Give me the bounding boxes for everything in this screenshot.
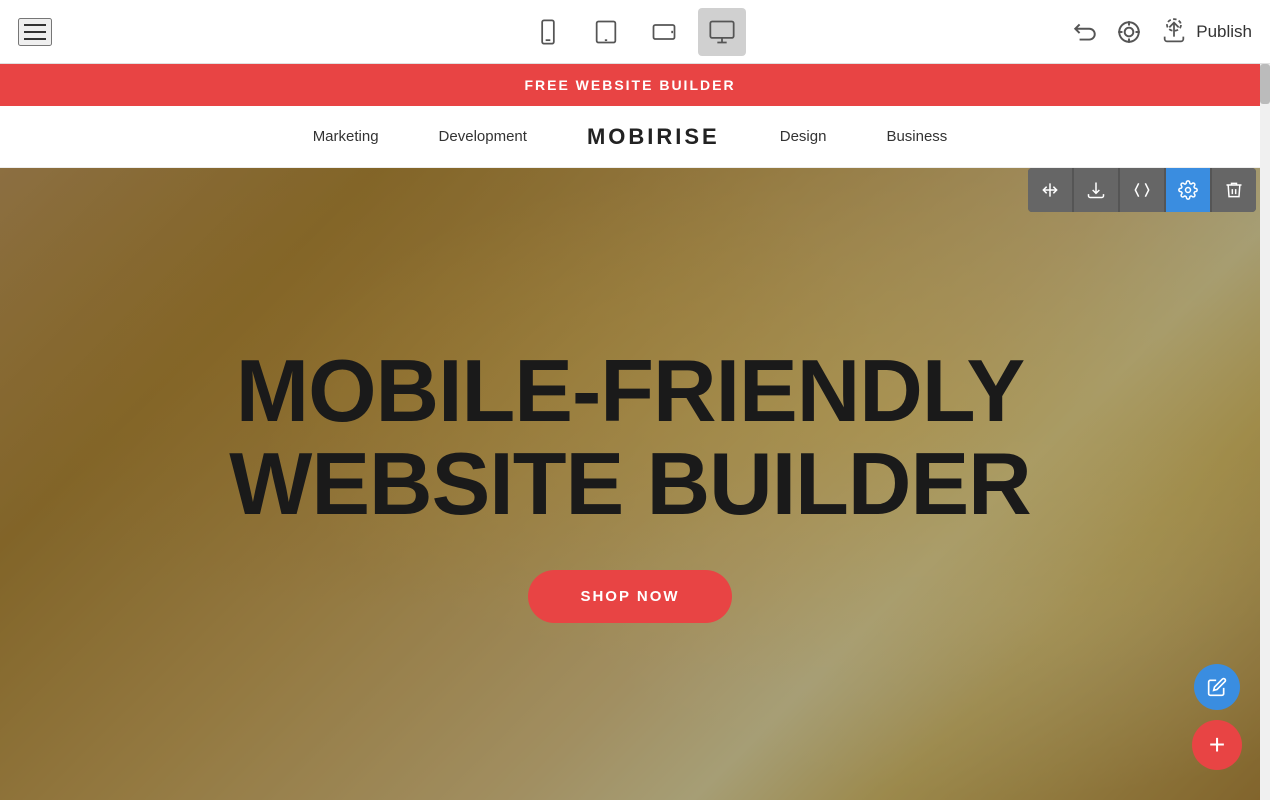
menu-button[interactable] (18, 18, 52, 46)
fab-container: + (1192, 664, 1242, 770)
toolbar-left (18, 18, 52, 46)
nav-link-marketing[interactable]: Marketing (313, 128, 379, 145)
nav-links: Marketing Development MOBIRISE Design Bu… (313, 124, 948, 150)
desktop-view-button[interactable] (698, 8, 746, 56)
site-logo: MOBIRISE (587, 124, 720, 150)
scrollbar[interactable] (1260, 64, 1270, 800)
hero-title-line2: WEBSITE BUILDER (229, 434, 1030, 533)
hero-title: MOBILE-FRIENDLY WEBSITE BUILDER (229, 345, 1030, 530)
tablet-landscape-view-button[interactable] (640, 8, 688, 56)
publish-button[interactable]: Publish (1160, 18, 1252, 46)
preview-button[interactable] (1116, 19, 1142, 45)
section-code-button[interactable] (1120, 168, 1164, 212)
section-download-button[interactable] (1074, 168, 1118, 212)
hamburger-icon (20, 20, 50, 44)
scrollbar-thumb (1260, 64, 1270, 104)
tablet-view-button[interactable] (582, 8, 630, 56)
promo-banner: FREE WEBSITE BUILDER (0, 64, 1260, 106)
section-delete-button[interactable] (1212, 168, 1256, 212)
fab-add-button[interactable]: + (1192, 720, 1242, 770)
promo-text: FREE WEBSITE BUILDER (524, 77, 735, 93)
nav-link-development[interactable]: Development (439, 128, 527, 145)
fab-edit-button[interactable] (1194, 664, 1240, 710)
hero-content: MOBILE-FRIENDLY WEBSITE BUILDER SHOP NOW (229, 345, 1030, 623)
section-toolbar (1028, 168, 1256, 212)
nav-link-business[interactable]: Business (886, 128, 947, 145)
nav-link-design[interactable]: Design (780, 128, 827, 145)
site-nav: Marketing Development MOBIRISE Design Bu… (0, 106, 1260, 168)
section-settings-button[interactable] (1166, 168, 1210, 212)
shop-now-button[interactable]: SHOP NOW (528, 570, 731, 623)
section-move-button[interactable] (1028, 168, 1072, 212)
publish-label: Publish (1196, 22, 1252, 42)
undo-button[interactable] (1072, 19, 1098, 45)
toolbar-center (524, 8, 746, 56)
toolbar-right: Publish (1072, 18, 1252, 46)
mobile-view-button[interactable] (524, 8, 572, 56)
top-toolbar: Publish (0, 0, 1270, 64)
hero-section: MOBILE-FRIENDLY WEBSITE BUILDER SHOP NOW (0, 168, 1260, 800)
hero-title-line1: MOBILE-FRIENDLY (236, 341, 1024, 440)
